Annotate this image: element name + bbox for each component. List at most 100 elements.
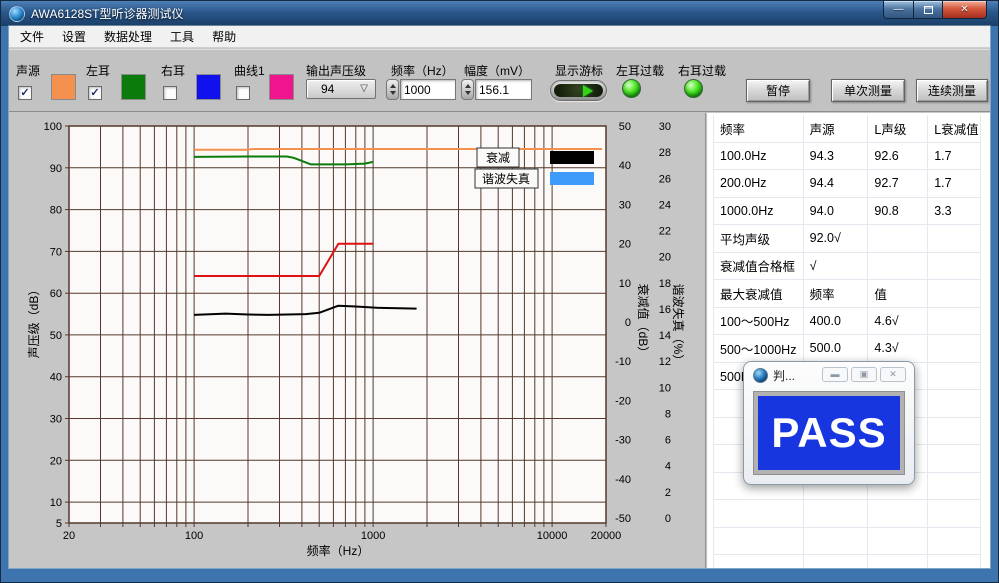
table-cell bbox=[928, 473, 981, 500]
table-row: 500～1000Hz500.04.3√ bbox=[714, 335, 981, 363]
close-icon: ✕ bbox=[960, 4, 968, 15]
menu-item-3[interactable]: 数据处理 bbox=[95, 26, 161, 48]
table-cell bbox=[928, 528, 981, 555]
svg-text:10000: 10000 bbox=[537, 530, 568, 542]
results-panel: 频率声源L声级L衰减值100.0Hz94.392.61.7200.0Hz94.4… bbox=[707, 113, 990, 568]
table-cell: 1.7 bbox=[928, 143, 981, 170]
svg-text:-50: -50 bbox=[615, 513, 631, 525]
table-cell bbox=[868, 555, 928, 568]
svg-text:100: 100 bbox=[185, 530, 203, 542]
table-cell: 94.3 bbox=[804, 143, 869, 170]
channel-color-swatch bbox=[269, 74, 294, 100]
menu-bar: 文件设置数据处理工具帮助 bbox=[9, 26, 990, 48]
table-cell bbox=[868, 500, 928, 527]
table-cell bbox=[804, 528, 869, 555]
svg-text:4: 4 bbox=[665, 461, 671, 473]
legend-swatch-attenuation bbox=[550, 151, 594, 164]
cursor-toggle-track bbox=[554, 84, 603, 97]
amplitude-stepper[interactable] bbox=[461, 79, 474, 100]
pass-window-icon bbox=[753, 368, 768, 383]
table-cell bbox=[714, 500, 804, 527]
title-bar: AWA6128ST型听诊器测试仪 — ✕ bbox=[1, 1, 998, 26]
close-button[interactable]: ✕ bbox=[943, 1, 987, 19]
pass-indicator-frame: PASS bbox=[753, 391, 905, 475]
table-header-row: 频率声源L声级L衰减值 bbox=[714, 115, 981, 143]
channel-checkbox[interactable] bbox=[163, 86, 177, 100]
svg-text:20: 20 bbox=[659, 252, 671, 264]
svg-text:18: 18 bbox=[659, 278, 671, 290]
pass-window-title: 判... bbox=[773, 367, 795, 384]
channel-group-1: 声源✓ bbox=[16, 62, 82, 104]
continuous-measure-button[interactable]: 连续测量 bbox=[916, 79, 988, 102]
column-header: L衰减值 bbox=[928, 115, 981, 142]
pass-close-button[interactable]: ✕ bbox=[880, 367, 906, 382]
table-cell: 4.6√ bbox=[868, 308, 928, 335]
svg-text:30: 30 bbox=[50, 414, 62, 426]
svg-text:70: 70 bbox=[50, 246, 62, 258]
table-cell: 92.0√ bbox=[804, 225, 869, 252]
menu-item-5[interactable]: 帮助 bbox=[203, 26, 245, 48]
table-cell: 94.0 bbox=[804, 198, 869, 225]
svg-text:14: 14 bbox=[659, 330, 671, 342]
app-window: AWA6128ST型听诊器测试仪 — ✕ 文件设置数据处理工具帮助 声源✓左耳✓… bbox=[0, 0, 999, 583]
column-header: L声级 bbox=[868, 115, 928, 142]
table-cell: 值 bbox=[868, 280, 928, 307]
svg-text:-10: -10 bbox=[615, 356, 631, 368]
table-cell bbox=[928, 555, 981, 568]
table-cell bbox=[928, 390, 981, 417]
maximize-button[interactable] bbox=[913, 1, 943, 19]
table-cell: 100～500Hz bbox=[714, 308, 804, 335]
svg-text:30: 30 bbox=[659, 121, 671, 133]
series-声源 bbox=[194, 149, 602, 150]
menu-item-2[interactable]: 设置 bbox=[53, 26, 95, 48]
table-cell: 92.7 bbox=[868, 170, 928, 197]
column-header: 声源 bbox=[804, 115, 869, 142]
pause-button[interactable]: 暂停 bbox=[746, 79, 810, 102]
app-icon bbox=[9, 6, 25, 22]
pass-minimize-button[interactable]: ▬ bbox=[822, 367, 848, 382]
menu-item-4[interactable]: 工具 bbox=[161, 26, 203, 48]
svg-text:0: 0 bbox=[665, 513, 671, 525]
svg-text:12: 12 bbox=[659, 356, 671, 368]
svg-text:20000: 20000 bbox=[591, 530, 622, 542]
table-cell: 94.4 bbox=[804, 170, 869, 197]
channel-checkbox[interactable] bbox=[236, 86, 250, 100]
table-cell: 100.0Hz bbox=[714, 143, 804, 170]
table-row: 最大衰减值频率值 bbox=[714, 280, 981, 308]
table-cell bbox=[868, 253, 928, 280]
cursor-toggle[interactable] bbox=[550, 80, 607, 101]
output-level-dropdown[interactable]: 94 ▽ bbox=[306, 79, 376, 99]
pass-maximize-button[interactable]: ▣ bbox=[851, 367, 877, 382]
table-cell bbox=[928, 335, 981, 362]
channel-group-4: 曲线1 bbox=[234, 62, 300, 104]
main-area: 衰减谐波失真2010010001000020000100908070605040… bbox=[9, 113, 990, 568]
table-cell bbox=[928, 280, 981, 307]
table-cell bbox=[928, 225, 981, 252]
window-content: 文件设置数据处理工具帮助 声源✓左耳✓右耳曲线1 输出声压级 94 ▽ 频率（H… bbox=[9, 26, 990, 568]
minimize-button[interactable]: — bbox=[883, 1, 913, 19]
svg-text:-40: -40 bbox=[615, 474, 631, 486]
svg-text:100: 100 bbox=[44, 121, 62, 133]
single-measure-button[interactable]: 单次测量 bbox=[831, 79, 905, 102]
table-row: 100～500Hz400.04.6√ bbox=[714, 308, 981, 336]
svg-text:衰减: 衰减 bbox=[486, 150, 510, 165]
toolbar: 声源✓左耳✓右耳曲线1 输出声压级 94 ▽ 频率（Hz） 幅度（mV） 显示游… bbox=[9, 49, 990, 112]
menu-item-1[interactable]: 文件 bbox=[11, 26, 53, 48]
svg-text:30: 30 bbox=[619, 199, 631, 211]
amplitude-input[interactable] bbox=[475, 79, 532, 100]
channel-color-swatch bbox=[121, 74, 146, 100]
channel-checkbox[interactable]: ✓ bbox=[18, 86, 32, 100]
table-row bbox=[714, 528, 981, 556]
minimize-icon: — bbox=[894, 4, 904, 15]
maximize-icon bbox=[924, 6, 933, 14]
channel-checkbox[interactable]: ✓ bbox=[88, 86, 102, 100]
frequency-input[interactable] bbox=[400, 79, 456, 100]
svg-text:5: 5 bbox=[56, 518, 62, 530]
table-cell: 1.7 bbox=[928, 170, 981, 197]
right-overload-label: 右耳过载 bbox=[678, 62, 726, 79]
svg-text:-20: -20 bbox=[615, 395, 631, 407]
svg-text:1000: 1000 bbox=[361, 530, 385, 542]
results-table: 频率声源L声级L衰减值100.0Hz94.392.61.7200.0Hz94.4… bbox=[713, 115, 981, 568]
svg-text:26: 26 bbox=[659, 173, 671, 185]
frequency-stepper[interactable] bbox=[386, 79, 399, 100]
